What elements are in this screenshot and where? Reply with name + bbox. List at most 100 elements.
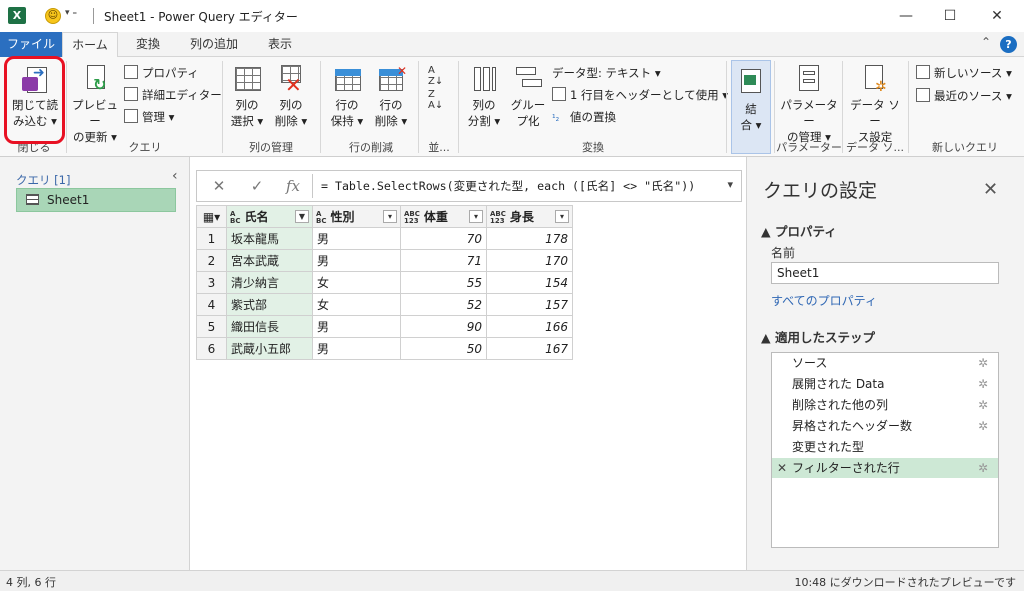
step-expanded-data[interactable]: 展開された Data ✲ bbox=[772, 374, 998, 394]
step-source[interactable]: ソース ✲ bbox=[772, 353, 998, 373]
window-title: Sheet1 - Power Query エディター bbox=[104, 10, 298, 24]
group-by-button[interactable]: グルー プ化 bbox=[508, 63, 548, 129]
properties-icon bbox=[124, 65, 138, 79]
tab-home[interactable]: ホーム bbox=[62, 32, 118, 58]
tab-add-column[interactable]: 列の追加 bbox=[178, 32, 250, 57]
data-grid: ▦▾ A BC 氏名 ▼ A BC 性別 ▾ ABC 123 体重 ▾ ABC 123 身長 ▾… bbox=[196, 205, 573, 360]
title-bar: X ☺ ▾ ₌ Sheet1 - Power Query エディター — ☐ ✕ bbox=[0, 0, 1024, 31]
step-removed-other-columns[interactable]: 削除された他の列 ✲ bbox=[772, 395, 998, 415]
help-icon[interactable]: ? bbox=[1000, 36, 1017, 53]
sort-ascending-icon[interactable]: A Z↓ bbox=[428, 65, 443, 87]
query-item-sheet1[interactable]: Sheet1 bbox=[16, 188, 176, 212]
new-source-button[interactable]: 新しいソース ▾ bbox=[916, 63, 1012, 83]
filter-dropdown-icon[interactable]: ▾ bbox=[555, 210, 569, 223]
keep-rows-button[interactable]: 行の 保持 ▾ bbox=[326, 63, 368, 129]
table-menu-icon[interactable]: ▦▾ bbox=[196, 205, 227, 228]
use-first-row-as-headers-button[interactable]: 1 行目をヘッダーとして使用 ▾ bbox=[552, 85, 728, 105]
split-column-button[interactable]: 列の 分割 ▾ bbox=[462, 63, 506, 129]
close-pane-icon[interactable]: ✕ bbox=[983, 179, 998, 200]
column-header-height[interactable]: ABC 123 身長 ▾ bbox=[486, 205, 573, 228]
gear-icon[interactable]: ✲ bbox=[978, 374, 988, 394]
step-changed-type[interactable]: 変更された型 bbox=[772, 437, 998, 457]
manage-icon bbox=[124, 109, 138, 123]
gear-icon[interactable]: ✲ bbox=[978, 395, 988, 415]
recent-sources-icon bbox=[916, 88, 930, 102]
keep-rows-icon bbox=[331, 63, 363, 95]
smiley-icon[interactable]: ☺ bbox=[45, 8, 61, 24]
group-label-data-source: データ ソ... bbox=[846, 141, 904, 154]
tab-transform[interactable]: 変換 bbox=[122, 32, 174, 57]
cancel-formula-button[interactable]: ✕ bbox=[203, 175, 235, 197]
replace-values-button[interactable]: ¹₂ 値の置換 bbox=[552, 107, 616, 127]
manage-button[interactable]: 管理 ▾ bbox=[124, 107, 174, 127]
data-source-settings-button[interactable]: ✲ データ ソー ス設定 bbox=[846, 63, 904, 145]
group-label-reduce-rows: 行の削減 bbox=[349, 141, 393, 154]
remove-columns-button[interactable]: ✕ 列の 削除 ▾ bbox=[270, 63, 312, 129]
column-header-weight[interactable]: ABC 123 体重 ▾ bbox=[400, 205, 487, 228]
all-properties-link[interactable]: すべてのプロパティ bbox=[771, 292, 877, 309]
table-row: 4 紫式部女 52 157 bbox=[196, 293, 573, 316]
query-settings-title: クエリの設定 bbox=[763, 180, 878, 202]
queries-pane: クエリ [1] ‹ Sheet1 bbox=[0, 157, 190, 570]
highlight-annotation bbox=[4, 56, 65, 144]
properties-button[interactable]: プロパティ bbox=[124, 63, 199, 83]
remove-columns-icon: ✕ bbox=[275, 63, 307, 95]
group-label-sort: 並... bbox=[428, 141, 450, 154]
gear-icon[interactable]: ✲ bbox=[978, 353, 988, 373]
formula-input[interactable]: = Table.SelectRows(変更された型, each ([氏名] <>… bbox=[321, 178, 695, 194]
manage-parameters-icon bbox=[793, 63, 825, 95]
gear-icon[interactable]: ✲ bbox=[978, 416, 988, 436]
group-label-query: クエリ bbox=[128, 141, 162, 154]
manage-parameters-button[interactable]: パラメーター の管理 ▾ bbox=[778, 63, 840, 145]
group-label-manage-columns: 列の管理 bbox=[249, 141, 293, 154]
tab-file[interactable]: ファイル bbox=[0, 32, 62, 57]
ribbon-tabs: ファイル ホーム 変換 列の追加 表示 bbox=[0, 32, 1024, 58]
expand-formula-icon[interactable]: ▾ bbox=[727, 178, 733, 191]
ribbon-collapse-icon[interactable]: ⌃ bbox=[981, 35, 991, 49]
quick-access-dropdown-icon[interactable]: ▾ ₌ bbox=[65, 8, 77, 18]
step-promoted-headers[interactable]: 昇格されたヘッダー数 ✲ bbox=[772, 416, 998, 436]
group-label-parameters: パラメーター bbox=[776, 141, 842, 154]
filter-active-icon[interactable]: ▼ bbox=[295, 210, 309, 223]
advanced-editor-button[interactable]: 詳細エディター bbox=[124, 85, 222, 105]
refresh-icon: ↻ bbox=[79, 63, 111, 95]
maximize-button[interactable]: ☐ bbox=[928, 4, 972, 28]
filter-dropdown-icon[interactable]: ▾ bbox=[469, 210, 483, 223]
text-type-icon: A BC bbox=[316, 209, 327, 225]
choose-columns-icon bbox=[231, 63, 263, 95]
data-type-dropdown[interactable]: データ型: テキスト ▾ bbox=[552, 63, 661, 83]
combine-button[interactable]: 結 合 ▾ bbox=[731, 60, 771, 154]
delete-step-icon[interactable]: ✕ bbox=[777, 458, 787, 478]
minimize-button[interactable]: — bbox=[884, 4, 928, 28]
choose-columns-button[interactable]: 列の 選択 ▾ bbox=[226, 63, 268, 129]
tab-view[interactable]: 表示 bbox=[256, 32, 304, 57]
group-by-icon bbox=[512, 63, 544, 95]
properties-section-header[interactable]: ▲ プロパティ bbox=[761, 221, 837, 240]
status-bar: 4 列, 6 行 10:48 にダウンロードされたプレビューです bbox=[0, 570, 1024, 591]
step-filtered-rows[interactable]: ✕ フィルターされた行 ✲ bbox=[772, 458, 998, 478]
gear-icon[interactable]: ✲ bbox=[978, 458, 988, 478]
query-name-input[interactable]: Sheet1 bbox=[771, 262, 999, 284]
table-row: 1 坂本龍馬男 70 178 bbox=[196, 227, 573, 250]
recent-sources-button[interactable]: 最近のソース ▾ bbox=[916, 86, 1012, 106]
advanced-editor-icon bbox=[124, 87, 138, 101]
table-icon bbox=[26, 194, 39, 205]
new-source-icon bbox=[916, 65, 930, 79]
formula-bar: ✕ ✓ fx = Table.SelectRows(変更された型, each (… bbox=[196, 170, 742, 202]
remove-rows-button[interactable]: ✕ 行の 削除 ▾ bbox=[370, 63, 412, 129]
sort-descending-icon[interactable]: Z A↓ bbox=[428, 89, 443, 111]
applied-steps-header[interactable]: ▲ 適用したステップ bbox=[761, 327, 875, 346]
column-header-name[interactable]: A BC 氏名 ▼ bbox=[226, 205, 313, 228]
confirm-formula-button[interactable]: ✓ bbox=[241, 175, 273, 197]
refresh-preview-button[interactable]: ↻ プレビュー の更新 ▾ bbox=[70, 63, 120, 145]
fx-icon[interactable]: fx bbox=[277, 175, 309, 197]
close-window-button[interactable]: ✕ bbox=[975, 4, 1019, 28]
group-label-new-query: 新しいクエリ bbox=[932, 141, 998, 154]
filter-dropdown-icon[interactable]: ▾ bbox=[383, 210, 397, 223]
collapse-pane-icon[interactable]: ‹ bbox=[172, 168, 178, 184]
split-column-icon bbox=[468, 63, 500, 95]
excel-icon: X bbox=[8, 7, 26, 24]
any-type-icon: ABC 123 bbox=[404, 209, 420, 225]
column-header-gender[interactable]: A BC 性別 ▾ bbox=[312, 205, 401, 228]
data-source-settings-icon: ✲ bbox=[859, 63, 891, 95]
